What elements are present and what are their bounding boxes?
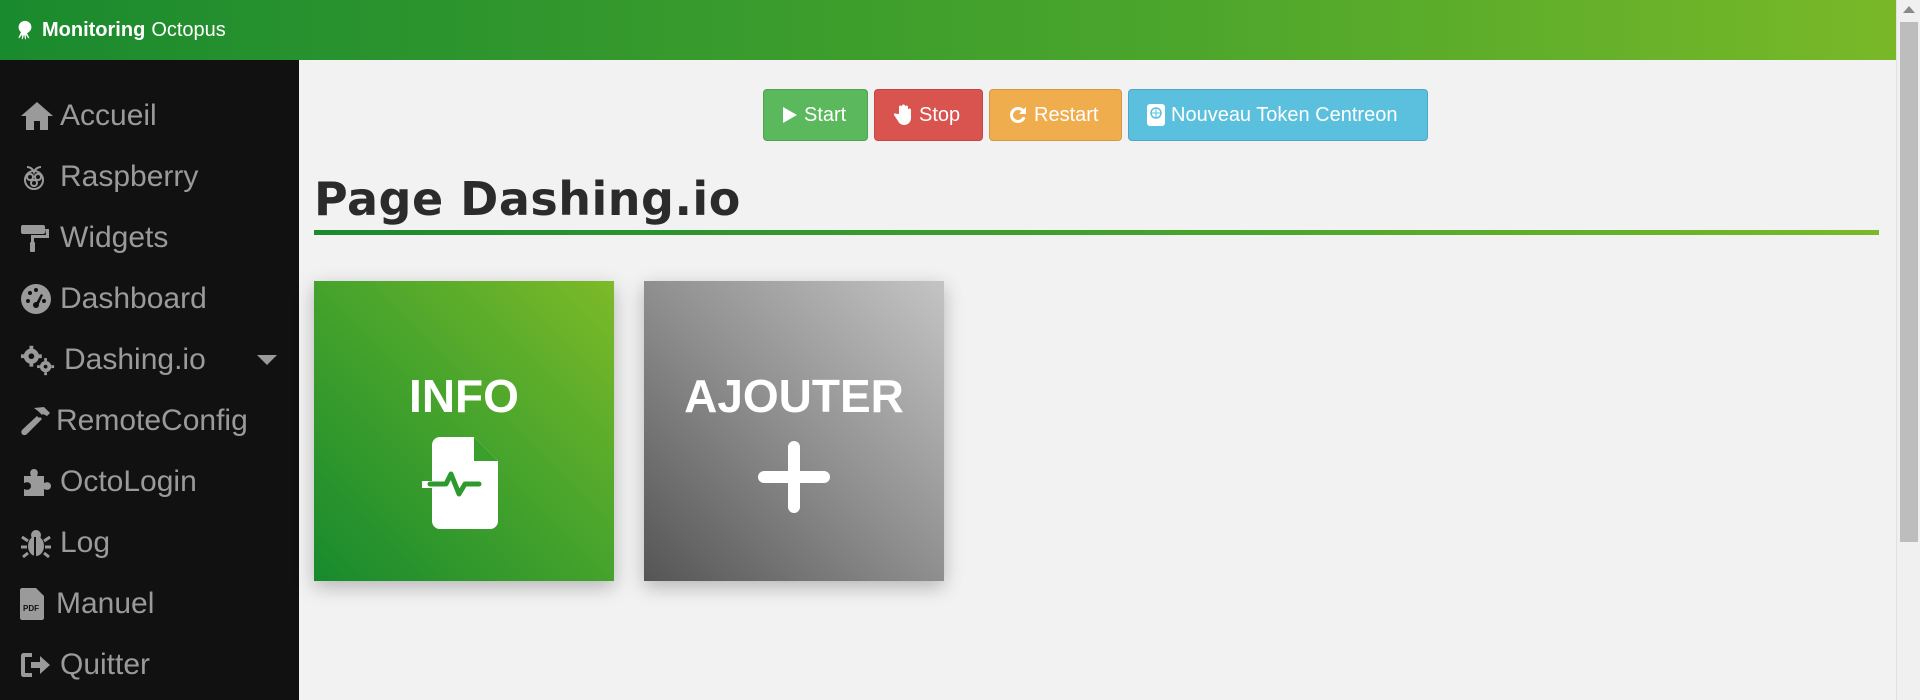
sidebar-item-accueil[interactable]: Accueil [0,85,299,146]
svg-text:PDF: PDF [23,604,39,613]
new-token-button-label: Nouveau Token Centreon [1171,103,1398,126]
sidebar-item-label: Quitter [60,647,151,681]
start-button[interactable]: Start [763,89,868,141]
refresh-icon [1009,106,1026,123]
home-icon [20,100,56,132]
cogs-icon [20,344,56,376]
sidebar-item-raspberry[interactable]: Raspberry [0,146,299,207]
sidebar-item-widgets[interactable]: Widgets [0,207,299,268]
stop-button-label: Stop [919,103,961,126]
puzzle-icon [20,466,56,498]
sidebar-item-dashing[interactable]: Dashing.io [0,329,299,390]
top-navbar: Monitoring Octopus [0,0,1920,60]
sidebar-item-label: Dashboard [60,281,207,315]
sidebar-item-log[interactable]: Log [0,512,299,573]
hammer-icon [20,405,54,437]
bug-icon [20,527,56,559]
page-title: Page Dashing.io [314,172,741,226]
info-tile-label: INFO [409,370,519,422]
restart-button-label: Restart [1034,103,1099,126]
brand-name[interactable]: Octopus [151,19,225,42]
start-button-label: Start [804,103,847,126]
sidebar-item-label: Dashing.io [64,342,206,376]
main-content: Start Stop Restart Nouveau Token Centreo… [299,60,1896,700]
scrollbar-thumb[interactable] [1900,22,1918,542]
brand-name-bold[interactable]: Monitoring [42,19,145,42]
add-tile-label: AJOUTER [684,370,904,422]
sidebar-item-label: RemoteConfig [56,403,248,437]
sidebar: Accueil Raspberry Widgets Dashboard Dash… [0,60,299,700]
caret-down-icon[interactable] [257,355,277,365]
scroll-up-arrow-icon[interactable] [1903,6,1915,13]
restart-button[interactable]: Restart [989,89,1122,141]
hand-paper-icon [893,104,911,125]
tachometer-icon [20,283,56,315]
play-icon [783,107,797,123]
sidebar-item-label: Manuel [56,586,155,620]
sidebar-item-label: Widgets [60,220,169,254]
vertical-scrollbar[interactable] [1896,0,1920,700]
paint-roller-icon [20,222,56,254]
info-tile[interactable]: INFO [314,281,614,581]
sidebar-item-label: Log [60,525,111,559]
sidebar-item-label: Raspberry [60,159,199,193]
new-token-button[interactable]: Nouveau Token Centreon [1128,89,1428,141]
sidebar-item-label: Accueil [60,98,157,132]
sidebar-item-octologin[interactable]: OctoLogin [0,451,299,512]
sign-out-icon [20,649,56,681]
id-badge-icon [1147,104,1165,126]
stop-button[interactable]: Stop [874,89,983,141]
plus-icon [758,441,830,513]
sidebar-item-quitter[interactable]: Quitter [0,634,299,695]
raspberry-icon [20,161,56,193]
pdf-file-icon: PDF [20,587,52,620]
title-divider [314,230,1879,235]
service-toolbar: Start Stop Restart Nouveau Token Centreo… [763,89,1428,141]
sidebar-item-remoteconfig[interactable]: RemoteConfig [0,390,299,451]
add-tile[interactable]: AJOUTER [644,281,944,581]
octopus-icon [14,19,36,41]
sidebar-item-label: OctoLogin [60,464,197,498]
file-medical-icon [422,437,498,529]
sidebar-item-manuel[interactable]: PDF Manuel [0,573,299,634]
sidebar-item-dashboard[interactable]: Dashboard [0,268,299,329]
